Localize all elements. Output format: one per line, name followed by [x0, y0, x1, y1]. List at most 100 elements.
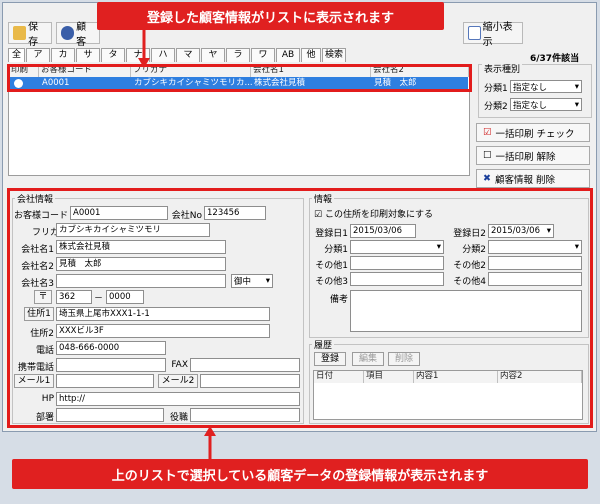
side-cat2-label: 分類2: [484, 102, 508, 112]
tab-ka[interactable]: カ: [51, 48, 75, 62]
dropdown-arrow-icon: ▾: [574, 81, 579, 92]
history-register-button[interactable]: 登録: [314, 352, 346, 366]
mobile-input[interactable]: [56, 358, 166, 372]
history-delete-button[interactable]: 削除: [388, 352, 420, 366]
history-title: 履歴: [312, 338, 335, 351]
name1-label: 会社名1: [21, 245, 54, 255]
dept-label: 部署: [35, 413, 54, 423]
zip1-input[interactable]: 362: [56, 290, 92, 304]
reg2-label: 登録日2: [453, 229, 486, 239]
delete-customer-button[interactable]: ✖ 顧客情報 削除: [476, 169, 590, 188]
position-input[interactable]: [190, 408, 300, 422]
side-cat2-select[interactable]: 指定なし ▾: [510, 98, 582, 111]
name3-label: 会社名3: [21, 279, 54, 289]
result-count: 6/37件該当: [530, 54, 580, 64]
reg2-select[interactable]: 2015/03/06 ▾: [488, 224, 554, 238]
tab-all[interactable]: 全: [8, 48, 25, 62]
other3-label: その他3: [315, 277, 348, 287]
info-title: 情報: [312, 192, 335, 205]
zip2-input[interactable]: 0000: [106, 290, 144, 304]
dept-input[interactable]: [56, 408, 164, 422]
tab-sa[interactable]: サ: [76, 48, 100, 62]
history-col-item[interactable]: 項目: [364, 371, 414, 383]
company-info-title: 会社情報: [15, 192, 56, 205]
name2-input[interactable]: 見積 太郎: [56, 257, 226, 271]
tab-ra[interactable]: ラ: [226, 48, 250, 62]
folder-save-icon: [13, 26, 27, 40]
info-cat2-label: 分類2: [462, 245, 486, 255]
bulk-print-check-button[interactable]: ☑ 一括印刷 チェック: [476, 123, 590, 142]
address2-label: 住所2: [30, 329, 54, 339]
tab-ha[interactable]: ハ: [151, 48, 175, 62]
other4-input[interactable]: [488, 272, 582, 286]
mail1-input[interactable]: [56, 374, 154, 388]
other4-label: その他4: [453, 277, 486, 287]
mail2-button[interactable]: メール2: [158, 374, 198, 388]
dropdown-arrow-icon: ▾: [436, 242, 441, 252]
hp-input[interactable]: http://: [56, 392, 300, 406]
checkbox-icon: ☐: [483, 150, 492, 161]
address1-button[interactable]: 住所1: [24, 307, 54, 321]
info-cat2-select[interactable]: ▾: [488, 240, 582, 254]
history-col-content1[interactable]: 内容1: [414, 371, 498, 383]
fax-input[interactable]: [190, 358, 300, 372]
history-col-date[interactable]: 日付: [314, 371, 364, 383]
tab-wa[interactable]: ワ: [251, 48, 275, 62]
history-edit-button[interactable]: 編集: [352, 352, 384, 366]
display-type-title: 表示種別: [482, 62, 523, 75]
hp-label: HP: [41, 394, 54, 404]
name2-label: 会社名2: [21, 262, 54, 272]
list-highlight: [7, 64, 472, 92]
tel-label: 電話: [35, 346, 54, 356]
reg1-input[interactable]: 2015/03/06: [350, 224, 416, 238]
mobile-label: 携帯電話: [17, 363, 54, 373]
info-cat1-label: 分類1: [324, 245, 348, 255]
side-cat1-label: 分類1: [484, 84, 508, 94]
callout-top-pointer: [138, 28, 150, 68]
tel-input[interactable]: 048-666-0000: [56, 341, 166, 355]
company-no-input[interactable]: 123456: [204, 206, 266, 220]
history-col-content2[interactable]: 内容2: [498, 371, 582, 383]
note-textarea[interactable]: [350, 290, 582, 332]
other3-input[interactable]: [350, 272, 444, 286]
history-table[interactable]: 日付 項目 内容1 内容2: [313, 370, 583, 420]
info-cat1-select[interactable]: ▾: [350, 240, 444, 254]
zip-button[interactable]: 〒: [34, 290, 52, 304]
kana-input[interactable]: カブシキカイシャミツモリ: [56, 223, 210, 237]
mail1-button[interactable]: メール1: [14, 374, 54, 388]
save-button[interactable]: 保存: [8, 22, 52, 48]
name3-input[interactable]: [56, 274, 226, 288]
tab-other[interactable]: 他: [301, 48, 321, 62]
fax-label: FAX: [171, 360, 188, 370]
tab-search[interactable]: 検索: [322, 48, 346, 62]
zip-dash: －: [94, 294, 104, 304]
customer-button[interactable]: 顧客: [56, 22, 100, 48]
shrink-view-button[interactable]: 縮小表示: [463, 22, 523, 48]
window-icon: [468, 26, 481, 40]
dropdown-arrow-icon: ▾: [574, 242, 579, 252]
name1-input[interactable]: 株式会社見積: [56, 240, 226, 254]
bulk-print-clear-button[interactable]: ☐ 一括印刷 解除: [476, 146, 590, 165]
tab-a[interactable]: ア: [26, 48, 50, 62]
honorific-select[interactable]: 御中 ▾: [231, 274, 273, 288]
tab-ya[interactable]: ヤ: [201, 48, 225, 62]
side-cat1-select[interactable]: 指定なし ▾: [510, 80, 582, 93]
mail2-input[interactable]: [200, 374, 300, 388]
dropdown-arrow-icon: ▾: [546, 226, 551, 236]
callout-top: 登録した顧客情報がリストに表示されます: [97, 2, 444, 30]
person-delete-icon: ✖: [483, 173, 491, 184]
callout-bottom-pointer: [204, 426, 216, 462]
tab-ma[interactable]: マ: [176, 48, 200, 62]
address1-input[interactable]: 埼玉県上尾市XXX1-1-1: [56, 307, 270, 321]
other2-input[interactable]: [488, 256, 582, 270]
checkbox-checked-icon: ☑: [314, 210, 323, 220]
print-target-checkbox[interactable]: ☑ この住所を印刷対象にする: [314, 207, 433, 220]
code-input[interactable]: A0001: [70, 206, 168, 220]
other1-input[interactable]: [350, 256, 444, 270]
company-no-label: 会社No: [171, 211, 202, 221]
index-tabs: 全 ア カ サ タ ナ ハ マ ヤ ラ ワ AB 他 検索: [8, 48, 348, 62]
tab-ta[interactable]: タ: [101, 48, 125, 62]
address2-input[interactable]: XXXビル3F: [56, 324, 270, 338]
tab-ab[interactable]: AB: [276, 48, 300, 62]
note-label: 備考: [329, 295, 348, 305]
